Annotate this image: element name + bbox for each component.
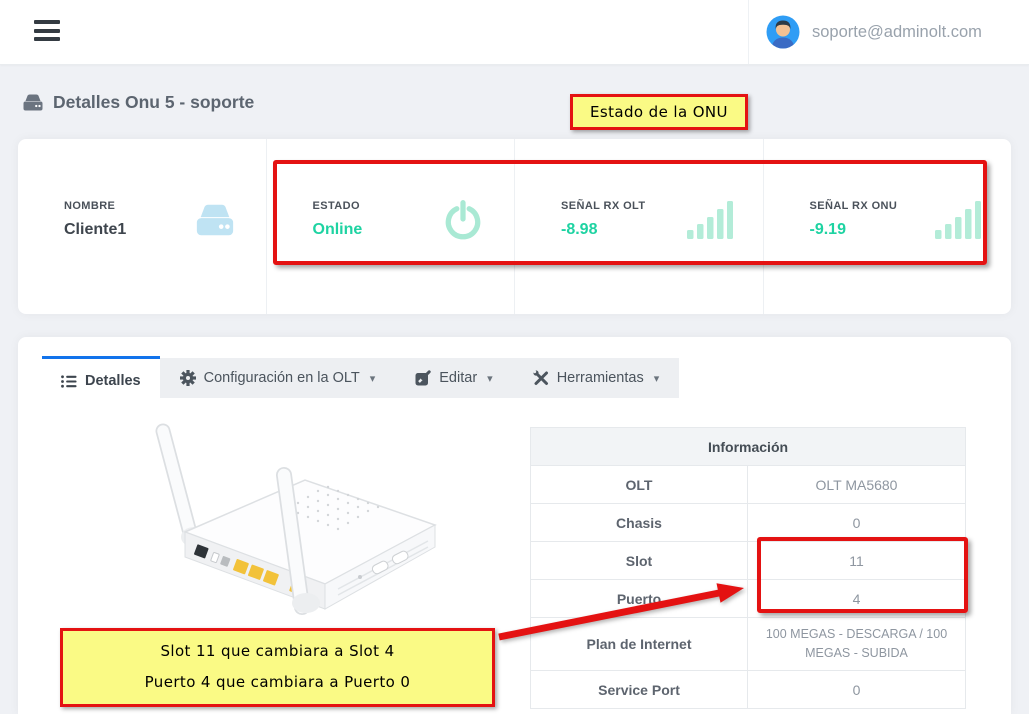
- user-menu[interactable]: soporte@adminolt.com: [748, 0, 1029, 64]
- row-label: Puerto: [531, 580, 748, 617]
- table-row-service-port: Service Port 0: [531, 670, 965, 708]
- chevron-down-icon: ▾: [654, 372, 660, 385]
- row-label: Plan de Internet: [531, 618, 748, 670]
- annotation-text: Estado de la ONU: [590, 103, 728, 121]
- breadcrumb: Detalles Onu 5 - soporte: [22, 92, 254, 113]
- table-row-chasis: Chasis 0: [531, 503, 965, 541]
- annotation-text: Puerto 4 que cambiara a Puerto 0: [145, 673, 411, 691]
- page-title: Detalles Onu 5 - soporte: [53, 92, 254, 113]
- hdd-icon: [194, 202, 236, 238]
- tab-bar: Detalles: [42, 356, 679, 403]
- chevron-down-icon: ▾: [370, 372, 376, 385]
- onu-icon: [22, 93, 44, 112]
- row-value: 0: [748, 671, 965, 708]
- status-label: NOMBRE: [64, 200, 126, 212]
- hamburger-menu-icon[interactable]: [34, 20, 60, 44]
- row-label: Chasis: [531, 504, 748, 541]
- chevron-down-icon: ▾: [487, 372, 493, 385]
- tab-label: Detalles: [85, 373, 141, 389]
- gear-icon: [180, 370, 196, 386]
- edit-icon: [415, 370, 431, 386]
- annotation-rect-slot-puerto: [757, 537, 968, 613]
- tab-label: Herramientas: [557, 370, 644, 386]
- status-value: Cliente1: [64, 221, 126, 239]
- table-row-olt: OLT OLT MA5680: [531, 465, 965, 503]
- tab-herramientas[interactable]: Herramientas ▾: [513, 358, 680, 398]
- status-item-nombre: NOMBRE Cliente1: [18, 139, 267, 314]
- tab-editar[interactable]: Editar ▾: [395, 358, 512, 398]
- row-label: Slot: [531, 542, 748, 579]
- row-value: OLT MA5680: [748, 466, 965, 503]
- annotation-estado-label: Estado de la ONU: [570, 94, 748, 130]
- row-label: Service Port: [531, 671, 748, 708]
- avatar[interactable]: [766, 15, 800, 49]
- row-label: OLT: [531, 466, 748, 503]
- onu-product-image: [138, 417, 498, 632]
- annotation-text: Slot 11 que cambiara a Slot 4: [160, 642, 394, 660]
- row-value: 0: [748, 504, 965, 541]
- user-email[interactable]: soporte@adminolt.com: [812, 23, 982, 42]
- list-icon: [61, 374, 77, 389]
- tab-label: Editar: [439, 370, 477, 386]
- annotation-note-box: Slot 11 que cambiara a Slot 4 Puerto 4 q…: [60, 628, 495, 707]
- tab-label: Configuración en la OLT: [204, 370, 360, 386]
- info-table-header: Información: [531, 428, 965, 465]
- top-navbar: soporte@adminolt.com: [0, 0, 1029, 65]
- table-row-plan: Plan de Internet 100 MEGAS - DESCARGA / …: [531, 617, 965, 670]
- tools-icon: [533, 370, 549, 386]
- tab-configuracion-olt[interactable]: Configuración en la OLT ▾: [160, 358, 396, 398]
- tab-detalles[interactable]: Detalles: [42, 356, 160, 403]
- row-value: 100 MEGAS - DESCARGA / 100 MEGAS - SUBID…: [748, 618, 965, 670]
- annotation-rect-status: [273, 160, 987, 265]
